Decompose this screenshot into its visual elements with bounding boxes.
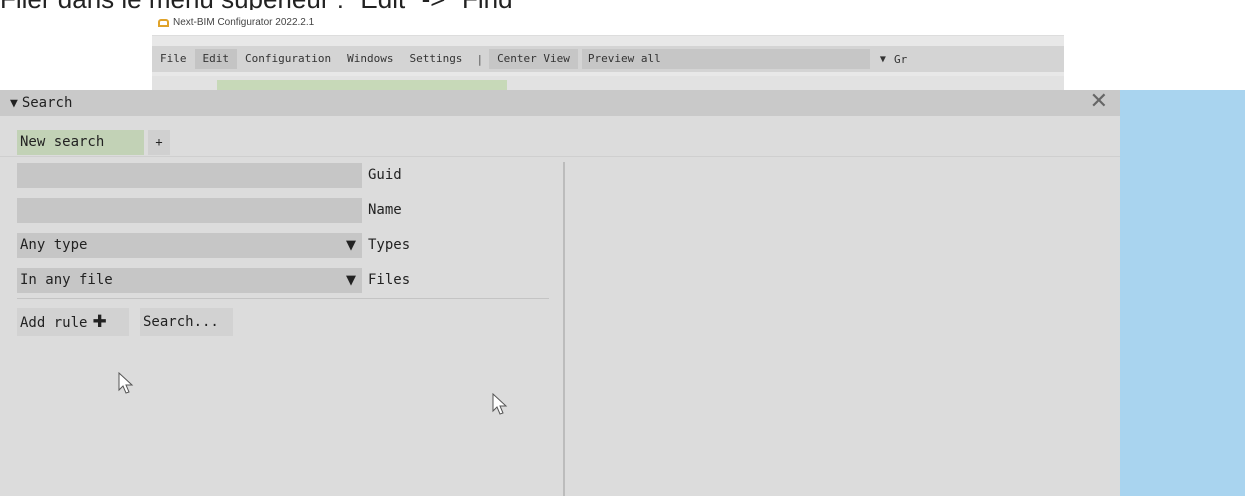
search-panel-header[interactable]: ▼ Search ✕ xyxy=(0,90,1120,116)
menu-clipped-item: Gr xyxy=(893,52,908,66)
mouse-pointer-icon xyxy=(492,393,508,415)
close-icon[interactable]: ✕ xyxy=(1090,91,1108,113)
menu-windows[interactable]: Windows xyxy=(339,49,401,69)
add-rule-button[interactable]: Add rule ✚ xyxy=(17,308,129,336)
panel-splitter[interactable] xyxy=(563,162,565,496)
preview-all-dropdown[interactable]: Preview all xyxy=(581,49,870,69)
files-select-value: In any file xyxy=(20,272,113,288)
divider xyxy=(17,298,549,299)
search-panel-title: Search xyxy=(21,95,73,111)
menu-configuration[interactable]: Configuration xyxy=(237,49,339,69)
search-panel: ▼ Search ✕ New search + Guid Name Any ty… xyxy=(0,90,1120,496)
menu-file[interactable]: File xyxy=(152,49,195,69)
center-view-button[interactable]: Center View xyxy=(489,49,578,69)
add-rule-label: Add rule xyxy=(20,315,88,331)
name-input[interactable] xyxy=(17,198,362,223)
menu-separator: | xyxy=(476,52,484,66)
guid-label: Guid xyxy=(368,167,402,183)
dropdown-arrow-icon[interactable]: ▼ xyxy=(346,268,356,293)
app-logo-icon xyxy=(158,18,169,27)
background-app-window: Next-BIM Configurator 2022.2.1 File Edit… xyxy=(152,10,1064,90)
background-menubar: File Edit Configuration Windows Settings… xyxy=(152,46,1064,72)
menu-edit[interactable]: Edit xyxy=(194,49,237,69)
search-tabbar: New search + xyxy=(0,116,1120,157)
menu-settings[interactable]: Settings xyxy=(401,49,470,69)
dropdown-arrow-icon[interactable]: ▼ xyxy=(346,233,356,258)
name-label: Name xyxy=(368,202,402,218)
mouse-pointer-icon xyxy=(118,372,134,394)
add-tab-button[interactable]: + xyxy=(148,130,170,155)
types-select-value: Any type xyxy=(20,237,88,253)
types-select[interactable]: Any type ▼ xyxy=(17,233,362,258)
tab-new-search[interactable]: New search xyxy=(17,130,144,155)
background-toolbar-strip xyxy=(152,76,1064,90)
guid-input[interactable] xyxy=(17,163,362,188)
search-button[interactable]: Search... xyxy=(140,308,233,336)
background-app-title: Next-BIM Configurator 2022.2.1 xyxy=(173,17,315,28)
files-select[interactable]: In any file ▼ xyxy=(17,268,362,293)
plus-icon: ✚ xyxy=(92,312,107,332)
collapse-triangle-icon[interactable]: ▼ xyxy=(10,96,18,111)
background-highlight-field xyxy=(217,80,507,90)
files-label: Files xyxy=(368,272,411,288)
viewport-area xyxy=(1120,90,1245,496)
types-label: Types xyxy=(368,237,411,253)
background-titlebar: Next-BIM Configurator 2022.2.1 xyxy=(152,10,1064,36)
